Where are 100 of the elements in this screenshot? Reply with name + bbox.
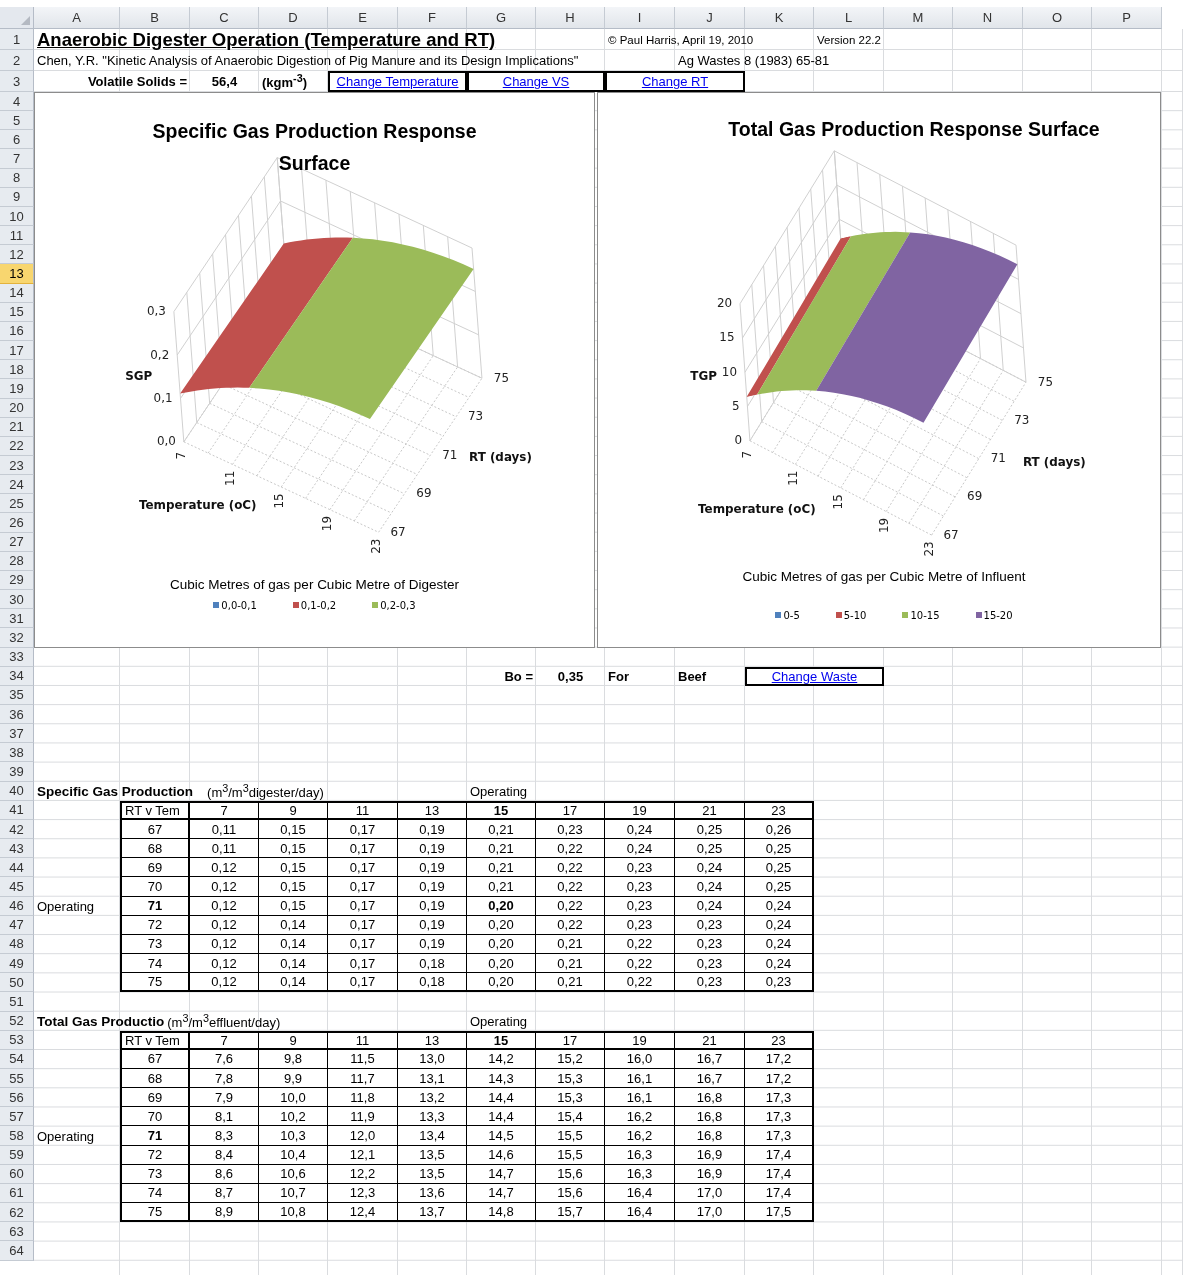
row-header[interactable]: 14 <box>0 283 34 303</box>
column-header[interactable]: H <box>536 7 605 29</box>
table-cell: 0,11 <box>190 839 259 859</box>
row-header[interactable]: 4 <box>0 92 34 112</box>
table-cell: 8,9 <box>190 1203 259 1223</box>
hyperlink[interactable]: Change Temperature <box>328 71 467 92</box>
table-cell: 0,17 <box>328 954 398 974</box>
row-header[interactable]: 34 <box>0 666 34 686</box>
row-header[interactable]: 5 <box>0 111 34 131</box>
row-header[interactable]: 54 <box>0 1049 34 1069</box>
hyperlink[interactable]: Change VS <box>467 71 605 92</box>
table-cell: 16,1 <box>605 1068 675 1089</box>
row-header[interactable]: 7 <box>0 149 34 169</box>
chart-caption: Cubic Metres of gas per Cubic Metre of Influent <box>742 568 1026 584</box>
row-header[interactable]: 63 <box>0 1222 34 1242</box>
row-header[interactable]: 38 <box>0 743 34 763</box>
column-header[interactable]: E <box>328 7 398 29</box>
row-header[interactable]: 23 <box>0 455 34 476</box>
row-header[interactable]: 62 <box>0 1203 34 1223</box>
legend-label: 0,2-0,3 <box>380 599 416 611</box>
row-header[interactable]: 26 <box>0 513 34 533</box>
column-header[interactable]: J <box>675 7 745 29</box>
row-header[interactable]: 55 <box>0 1068 34 1089</box>
table-cell: 69 <box>120 858 190 878</box>
table-cell: 0,17 <box>328 934 398 955</box>
table-cell: 71 <box>120 896 190 916</box>
row-header[interactable]: 42 <box>0 819 34 840</box>
row-header[interactable]: 57 <box>0 1107 34 1127</box>
axis-tick-label: 23 <box>369 538 384 554</box>
column-header[interactable]: P <box>1092 7 1162 29</box>
column-header[interactable]: C <box>190 7 259 29</box>
row-header[interactable]: 16 <box>0 321 34 342</box>
row-header[interactable]: 33 <box>0 647 34 667</box>
row-header[interactable]: 20 <box>0 398 34 418</box>
row-header[interactable]: 3 <box>0 71 34 92</box>
row-header[interactable]: 45 <box>0 877 34 897</box>
column-header[interactable]: L <box>814 7 884 29</box>
table-cell: 16,1 <box>605 1088 675 1108</box>
table-cell: 15,5 <box>536 1126 605 1146</box>
row-header[interactable]: 53 <box>0 1030 34 1050</box>
row-header[interactable]: 28 <box>0 551 34 571</box>
row-header[interactable]: 52 <box>0 1011 34 1031</box>
hyperlink[interactable]: Change RT <box>605 71 745 92</box>
row-header[interactable]: 64 <box>0 1241 34 1261</box>
row-header[interactable]: 36 <box>0 705 34 725</box>
axis-tick-label: 7 <box>740 450 755 459</box>
row-header[interactable]: 8 <box>0 168 34 188</box>
table-cell: 16,7 <box>675 1049 745 1069</box>
row-header[interactable]: 29 <box>0 570 34 591</box>
column-header[interactable]: D <box>259 7 328 29</box>
row-header[interactable]: 30 <box>0 590 34 610</box>
column-header[interactable]: G <box>467 7 536 29</box>
row-header[interactable]: 49 <box>0 954 34 974</box>
row-header[interactable]: 13 <box>0 264 34 284</box>
row-header[interactable]: 58 <box>0 1126 34 1146</box>
column-header[interactable]: N <box>953 7 1023 29</box>
row-header[interactable]: 25 <box>0 494 34 514</box>
row-header[interactable]: 18 <box>0 360 34 380</box>
row-header[interactable]: 11 <box>0 226 34 246</box>
row-header[interactable]: 2 <box>0 50 34 71</box>
column-header[interactable]: M <box>884 7 953 29</box>
row-header[interactable]: 50 <box>0 973 34 993</box>
row-header[interactable]: 35 <box>0 685 34 705</box>
row-header[interactable]: 48 <box>0 934 34 955</box>
row-header[interactable]: 9 <box>0 187 34 207</box>
row-header[interactable]: 27 <box>0 532 34 552</box>
row-header[interactable]: 59 <box>0 1145 34 1165</box>
row-header[interactable]: 39 <box>0 762 34 782</box>
volatile-solids-label: Volatile Solids = <box>86 73 188 91</box>
column-header[interactable]: O <box>1023 7 1092 29</box>
column-header[interactable]: A <box>34 7 120 29</box>
row-header[interactable]: 31 <box>0 609 34 629</box>
column-header[interactable]: F <box>398 7 467 29</box>
row-header[interactable]: 32 <box>0 628 34 648</box>
row-header[interactable]: 41 <box>0 800 34 820</box>
row-header[interactable]: 12 <box>0 245 34 265</box>
row-header[interactable]: 1 <box>0 29 34 50</box>
row-header[interactable]: 44 <box>0 858 34 878</box>
row-header[interactable]: 24 <box>0 475 34 495</box>
column-header[interactable]: K <box>745 7 814 29</box>
row-header[interactable]: 60 <box>0 1164 34 1184</box>
row-header[interactable]: 40 <box>0 781 34 801</box>
row-header[interactable]: 51 <box>0 992 34 1012</box>
column-header[interactable]: B <box>120 7 190 29</box>
table-cell: 16,8 <box>675 1126 745 1146</box>
row-header[interactable]: 6 <box>0 130 34 150</box>
row-header[interactable]: 46 <box>0 896 34 916</box>
row-header[interactable]: 47 <box>0 915 34 935</box>
row-header[interactable]: 56 <box>0 1088 34 1108</box>
row-header[interactable]: 21 <box>0 417 34 437</box>
row-header[interactable]: 10 <box>0 206 34 227</box>
row-header[interactable]: 22 <box>0 436 34 456</box>
row-header[interactable]: 61 <box>0 1183 34 1204</box>
select-all-icon[interactable] <box>21 16 30 25</box>
row-header[interactable]: 15 <box>0 302 34 322</box>
row-header[interactable]: 17 <box>0 341 34 361</box>
row-header[interactable]: 43 <box>0 839 34 859</box>
row-header[interactable]: 19 <box>0 379 34 399</box>
row-header[interactable]: 37 <box>0 724 34 744</box>
column-header[interactable]: I <box>605 7 675 29</box>
